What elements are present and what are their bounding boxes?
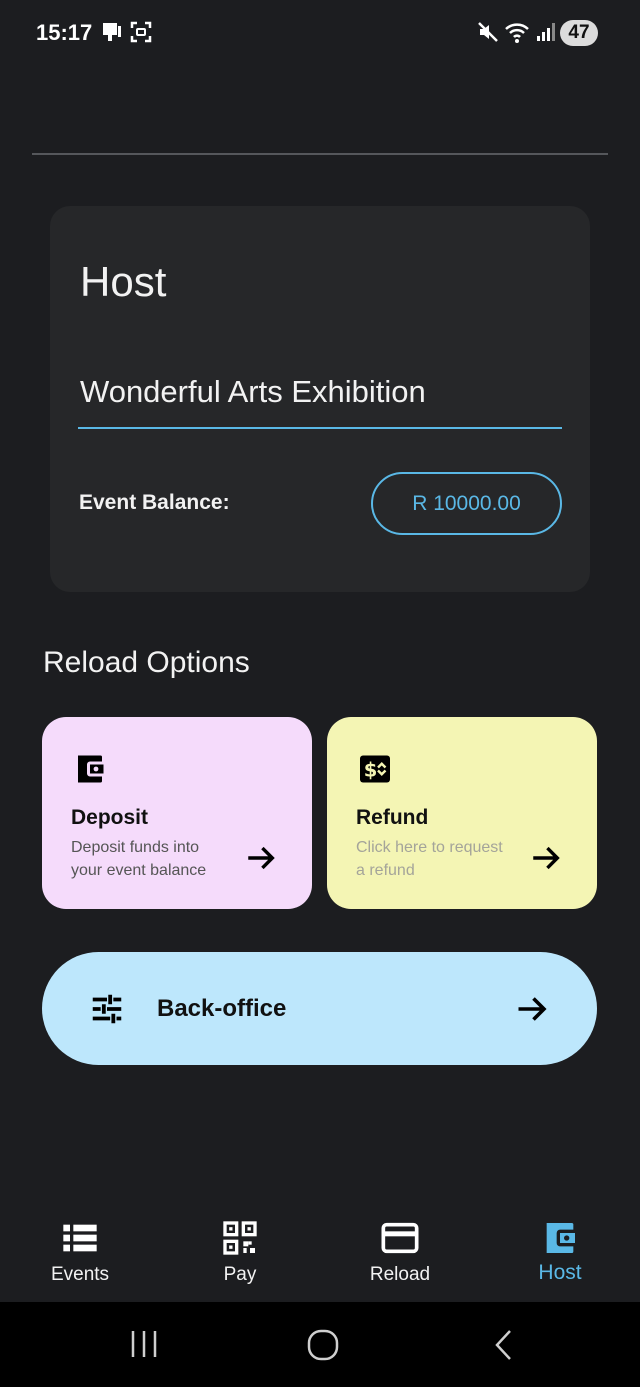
balance-label: Event Balance:	[79, 491, 230, 514]
screenshot-icon	[130, 21, 152, 43]
home-icon[interactable]	[306, 1328, 340, 1362]
nav-label-pay: Pay	[223, 1264, 257, 1285]
refund-card[interactable]: $ Refund Click here to request a refund	[327, 717, 597, 909]
wallet-icon	[78, 755, 107, 783]
device-icon	[103, 23, 121, 41]
list-icon	[63, 1224, 97, 1252]
deposit-description: Deposit funds into your event balance	[71, 839, 207, 879]
signal-icon	[537, 23, 555, 41]
back-office-button[interactable]: Back-office	[42, 952, 597, 1065]
recent-apps-icon[interactable]	[128, 1328, 160, 1360]
host-card: Host Wonderful Arts Exhibition Event Bal…	[50, 206, 590, 592]
wallet-icon	[546, 1223, 579, 1253]
balance-value-badge[interactable]: R 10000.00	[371, 472, 562, 535]
money-icon: $	[360, 755, 390, 783]
tune-icon	[92, 994, 122, 1024]
qr-code-icon	[223, 1221, 257, 1255]
back-office-label: Back-office	[157, 995, 287, 1022]
top-divider	[32, 153, 608, 155]
event-name-underline	[78, 427, 562, 429]
deposit-title: Deposit	[71, 806, 149, 829]
battery-indicator: 47	[560, 20, 598, 46]
deposit-card[interactable]: Deposit Deposit funds into your event ba…	[42, 717, 312, 909]
arrow-right-icon	[518, 997, 547, 1021]
balance-value: R 10000.00	[412, 491, 521, 515]
nav-label-events: Events	[50, 1264, 110, 1285]
credit-card-icon	[381, 1222, 419, 1254]
status-bar: 15:17 47	[0, 0, 640, 66]
refund-title: Refund	[356, 806, 429, 829]
svg-text:$: $	[364, 759, 378, 782]
status-time: 15:17	[36, 20, 93, 45]
refund-description: Click here to request a refund	[356, 839, 503, 879]
bottom-nav: Events Pay Reload Host	[0, 1200, 640, 1302]
reload-options-heading: Reload Options	[43, 646, 250, 679]
event-name-field[interactable]: Wonderful Arts Exhibition	[80, 374, 426, 410]
arrow-right-icon	[248, 846, 275, 870]
nav-item-events[interactable]: Events	[0, 1200, 160, 1302]
nav-item-pay[interactable]: Pay	[160, 1200, 320, 1302]
nav-item-host[interactable]: Host	[480, 1200, 640, 1302]
wifi-icon	[505, 23, 529, 43]
host-title: Host	[80, 258, 167, 305]
nav-label-reload: Reload	[369, 1264, 431, 1285]
nav-label-host: Host	[538, 1261, 582, 1284]
nav-item-reload[interactable]: Reload	[320, 1200, 480, 1302]
system-nav-bar	[0, 1302, 640, 1387]
mute-icon	[478, 22, 498, 42]
arrow-right-icon	[533, 846, 560, 870]
back-icon[interactable]	[490, 1328, 518, 1362]
